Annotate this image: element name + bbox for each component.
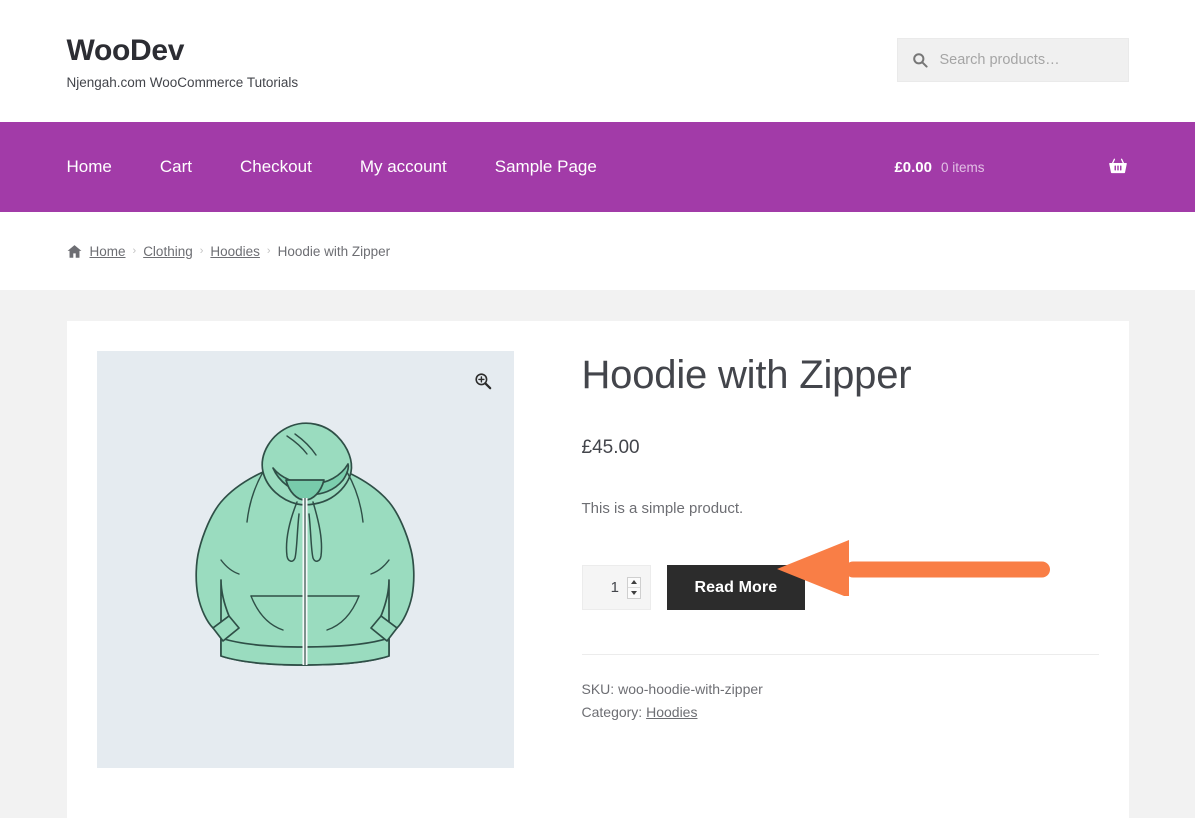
breadcrumb-link-clothing[interactable]: Clothing <box>143 244 193 259</box>
product-sku-row: SKU: woo-hoodie-with-zipper <box>582 678 1099 700</box>
magnify-plus-icon[interactable] <box>474 372 492 390</box>
nav-link-checkout[interactable]: Checkout <box>240 157 312 176</box>
breadcrumb-current: Hoodie with Zipper <box>277 243 391 259</box>
site-tagline: Njengah.com WooCommerce Tutorials <box>66 75 299 90</box>
cart-total-amount: £0.00 <box>894 158 932 176</box>
quantity-decrement-button[interactable] <box>628 588 640 598</box>
product-gallery <box>96 351 514 788</box>
header-inner: WooDev Njengah.com WooCommerce Tutorials <box>67 0 1129 91</box>
site-title[interactable]: WooDev <box>67 34 299 67</box>
meta-divider <box>581 654 1099 655</box>
nav-item-my-account[interactable]: My account <box>360 158 447 177</box>
sku-value: woo-hoodie-with-zipper <box>618 681 763 697</box>
quantity-spinner[interactable] <box>627 576 641 599</box>
site-branding[interactable]: WooDev Njengah.com WooCommerce Tutorials <box>67 34 299 91</box>
chevron-up-icon <box>631 580 637 585</box>
breadcrumb-link-home[interactable]: Home <box>90 244 126 259</box>
product-card: Hoodie with Zipper £45.00 This is a simp… <box>66 321 1129 818</box>
breadcrumb-separator: › <box>132 245 137 257</box>
cart-item-count: 0 items <box>940 159 985 175</box>
nav-link-sample-page[interactable]: Sample Page <box>495 157 597 176</box>
product-search-box[interactable] <box>896 38 1129 82</box>
nav-item-cart[interactable]: Cart <box>160 158 192 177</box>
category-link-hoodies[interactable]: Hoodies <box>646 704 697 720</box>
sku-label: SKU: <box>581 681 615 697</box>
product-title: Hoodie with Zipper <box>581 353 912 397</box>
breadcrumb-separator: › <box>266 245 271 257</box>
primary-navigation: Home Cart Checkout My account Sample Pag… <box>0 122 1195 212</box>
site-header: WooDev Njengah.com WooCommerce Tutorials <box>0 0 1195 122</box>
cart-contents[interactable]: £0.00 0 items <box>894 156 1128 178</box>
shopping-basket-icon[interactable] <box>1107 156 1129 178</box>
breadcrumb: Home › Clothing › Hoodies › Hoodie with … <box>67 244 1129 259</box>
home-icon <box>67 244 82 259</box>
nav-item-checkout[interactable]: Checkout <box>240 158 312 177</box>
product-summary: Hoodie with Zipper £45.00 This is a simp… <box>514 351 1099 788</box>
nav-item-home[interactable]: Home <box>67 158 112 177</box>
category-label: Category: <box>581 704 643 721</box>
search-input[interactable] <box>937 51 1114 69</box>
breadcrumb-link-hoodies[interactable]: Hoodies <box>210 244 260 259</box>
quantity-stepper[interactable]: 1 <box>581 565 651 610</box>
read-more-button[interactable]: Read More <box>666 565 806 610</box>
main-content: Hoodie with Zipper £45.00 This is a simp… <box>0 290 1195 818</box>
nav-link-my-account[interactable]: My account <box>360 157 447 176</box>
quantity-value[interactable]: 1 <box>591 579 623 596</box>
product-meta: SKU: woo-hoodie-with-zipper Category: Ho… <box>582 678 1099 724</box>
chevron-down-icon <box>631 590 637 595</box>
product-price: £45.00 <box>581 437 640 458</box>
product-image-frame[interactable] <box>96 351 514 768</box>
add-to-cart-form: 1 Read More <box>581 565 1099 610</box>
nav-menu: Home Cart Checkout My account Sample Pag… <box>67 158 597 177</box>
product-category-row: Category: Hoodies <box>582 701 1099 723</box>
nav-inner: Home Cart Checkout My account Sample Pag… <box>67 122 1129 212</box>
breadcrumb-separator: › <box>199 245 204 257</box>
quantity-increment-button[interactable] <box>628 578 640 588</box>
product-image-hoodie <box>195 421 415 666</box>
breadcrumb-band: Home › Clothing › Hoodies › Hoodie with … <box>0 212 1195 290</box>
search-icon <box>912 52 928 68</box>
nav-link-home[interactable]: Home <box>67 157 112 176</box>
nav-link-cart[interactable]: Cart <box>160 157 192 176</box>
nav-item-sample-page[interactable]: Sample Page <box>495 158 597 177</box>
product-short-description: This is a simple product. <box>581 500 744 517</box>
